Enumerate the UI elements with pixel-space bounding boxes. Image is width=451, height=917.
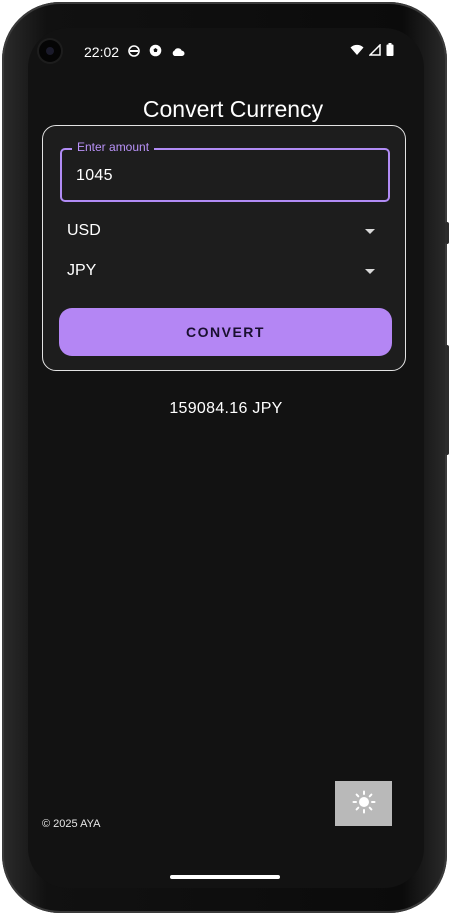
status-time: 22:02: [84, 44, 120, 60]
from-currency-dropdown[interactable]: USD: [67, 217, 375, 245]
power-button: [445, 222, 449, 244]
converter-card: Enter amount 1045 USD JPY CONVERT: [42, 125, 406, 371]
amount-label: Enter amount: [72, 140, 155, 154]
front-camera: [39, 40, 61, 62]
chevron-down-icon: [365, 228, 375, 234]
android-face-icon: [128, 44, 140, 62]
to-currency-dropdown[interactable]: JPY: [67, 257, 375, 285]
battery-icon: [386, 43, 394, 61]
home-indicator[interactable]: [170, 875, 280, 879]
sun-icon: [352, 790, 376, 817]
cloud-icon: [171, 44, 185, 62]
amount-value[interactable]: 1045: [76, 167, 113, 185]
soccer-ball-icon: [149, 44, 162, 62]
chevron-down-icon: [365, 268, 375, 274]
app-screen: 22:02 Convert Currency Enter amount 1045…: [28, 28, 424, 888]
cellular-signal-icon: [368, 43, 381, 61]
to-currency-value: JPY: [67, 262, 97, 279]
wifi-icon: [350, 43, 364, 61]
convert-button[interactable]: CONVERT: [59, 308, 392, 356]
theme-toggle-button[interactable]: [335, 781, 392, 826]
amount-input[interactable]: Enter amount 1045: [60, 140, 390, 202]
copyright-footer: © 2025 AYA: [42, 818, 101, 830]
from-currency-value: USD: [67, 222, 101, 239]
notification-icons: [128, 44, 185, 62]
conversion-result: 159084.16 JPY: [169, 400, 283, 417]
system-icons: [350, 43, 394, 61]
page-title: Convert Currency: [142, 96, 324, 122]
volume-button: [445, 345, 449, 455]
